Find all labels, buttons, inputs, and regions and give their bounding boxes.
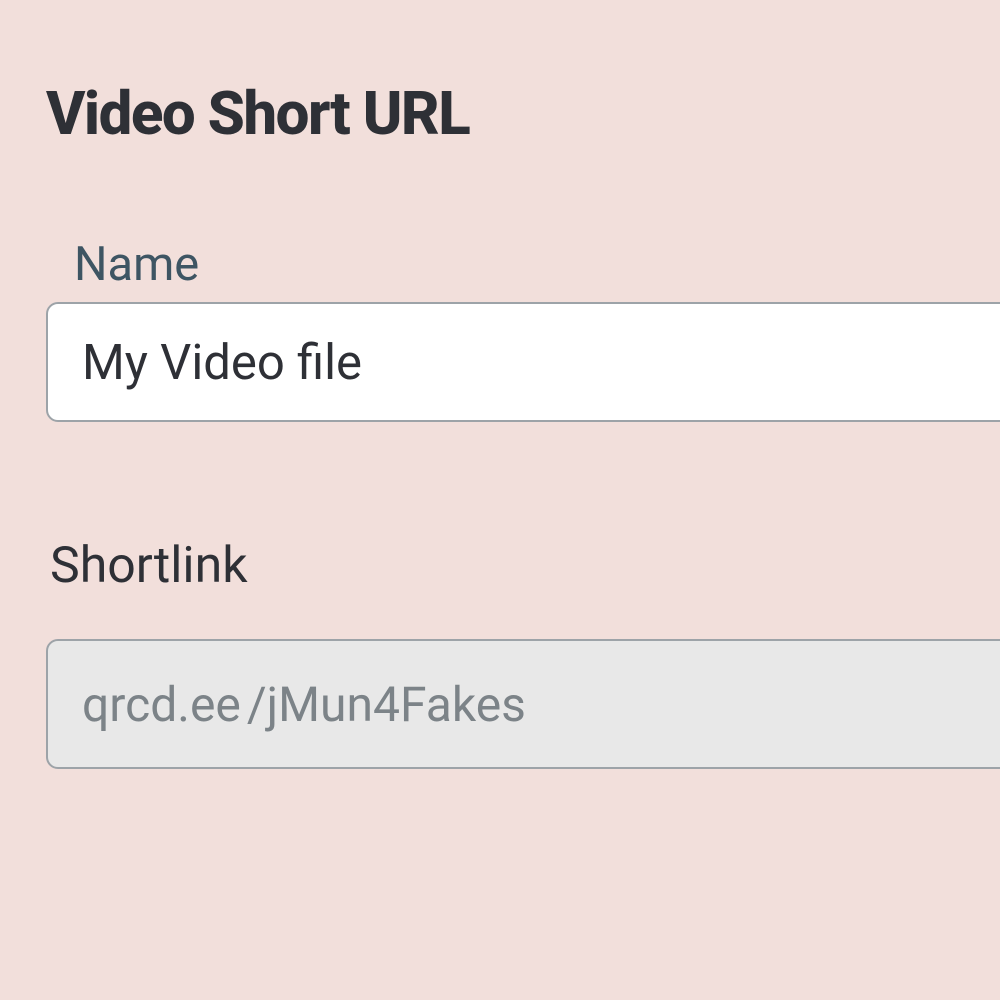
shortlink-label: Shortlink <box>50 537 1000 595</box>
shortlink-display: qrcd.ee /jMun4Fakes <box>46 639 1000 769</box>
shortlink-section: Shortlink qrcd.ee /jMun4Fakes <box>46 537 1000 769</box>
shortlink-path: /jMun4Fakes <box>247 676 526 733</box>
name-field-group: Name <box>46 237 1000 422</box>
name-input[interactable] <box>46 302 1000 422</box>
name-label: Name <box>74 237 1000 292</box>
shortlink-domain: qrcd.ee <box>82 676 241 733</box>
page-title: Video Short URL <box>46 78 1000 149</box>
